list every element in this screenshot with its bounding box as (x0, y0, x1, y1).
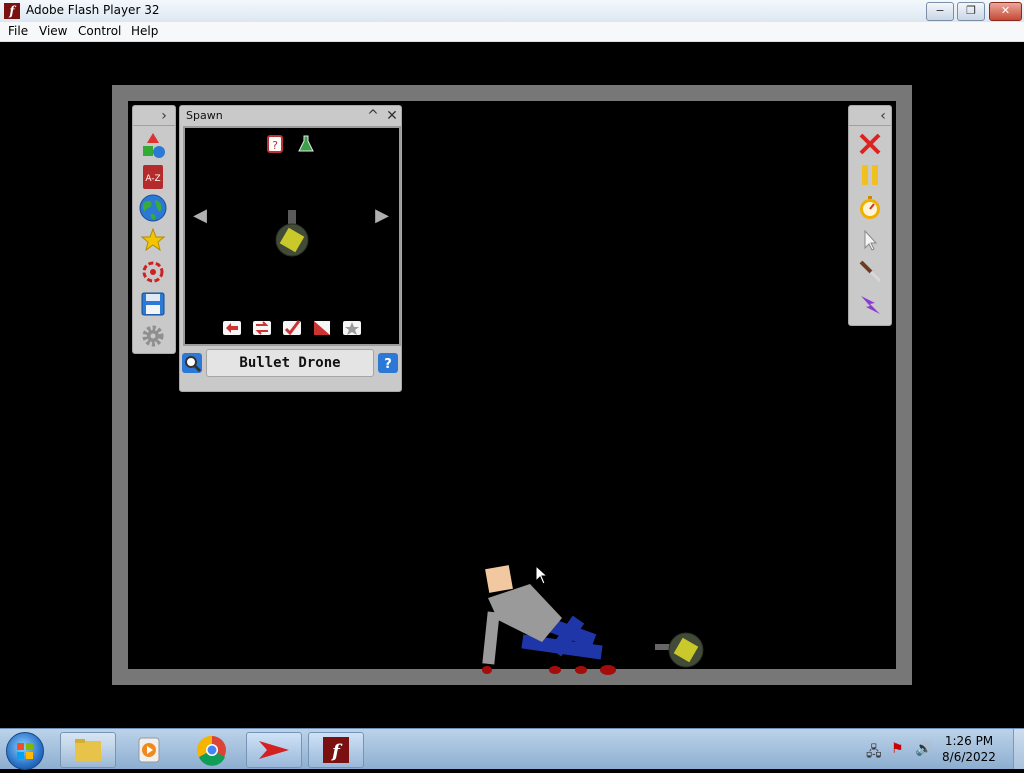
blood-splatter (482, 665, 616, 675)
save-disk-icon[interactable] (141, 292, 165, 316)
network-icon[interactable]: 🖧 (866, 741, 882, 765)
world-icon[interactable] (139, 194, 167, 222)
spawn-panel-title: Spawn (186, 109, 223, 122)
starred-item-icon[interactable] (341, 318, 363, 338)
right-toolbar: ‹ (848, 105, 892, 326)
potion-flask-icon[interactable] (296, 134, 316, 154)
mouse-cursor-icon (535, 564, 549, 589)
stopwatch-icon[interactable] (858, 196, 882, 220)
svg-text:A-Z: A-Z (145, 174, 160, 184)
svg-text:?: ? (272, 139, 278, 152)
maximize-button[interactable]: ❐ (957, 2, 985, 21)
bullet-drone[interactable] (654, 630, 706, 670)
random-card-icon[interactable]: ? (265, 134, 285, 154)
menu-file[interactable]: File (8, 24, 28, 38)
search-magnifier-icon[interactable] (181, 352, 203, 374)
taskbar-media-player[interactable] (121, 732, 177, 768)
expand-toolbar-button[interactable]: › (157, 108, 171, 124)
flash-player-icon: f (4, 3, 20, 19)
minimize-button[interactable]: − (926, 2, 954, 21)
color-fill-icon[interactable] (311, 318, 333, 338)
next-item-arrow[interactable]: ▶ (371, 207, 393, 225)
clock-date: 8/6/2022 (942, 750, 996, 764)
bullet-drone-preview-icon (272, 208, 312, 260)
settings-gear-icon[interactable] (141, 324, 165, 348)
cursor-pointer-icon[interactable] (858, 228, 882, 252)
taskbar-red-arrow-app[interactable] (246, 732, 302, 768)
delete-x-icon[interactable] (858, 132, 882, 156)
left-toolbar: › A-Z (132, 105, 176, 354)
spawn-help-icon[interactable]: ? (377, 352, 399, 374)
menu-help[interactable]: Help (131, 24, 158, 38)
favorites-star-icon[interactable] (140, 227, 166, 252)
menu-control[interactable]: Control (78, 24, 121, 38)
collapse-toolbar-button[interactable]: ‹ (876, 108, 890, 124)
swap-icon[interactable] (251, 318, 273, 338)
windows-taskbar: f 🖧 ⚑ 🔊 1:26 PM 8/6/2022 (0, 728, 1024, 770)
clock-time: 1:26 PM (944, 734, 994, 748)
folder-icon (75, 739, 101, 761)
menu-view[interactable]: View (39, 24, 67, 38)
red-arrow-icon (259, 741, 289, 759)
window-title: Adobe Flash Player 32 (26, 3, 160, 17)
taskbar-flash-player[interactable]: f (308, 732, 364, 768)
svg-text:?: ? (384, 357, 392, 372)
volume-icon[interactable]: 🔊 (915, 741, 932, 757)
system-clock[interactable]: 1:26 PM 8/6/2022 (938, 733, 1000, 765)
spawn-preview-area: ? ◀ ▶ (183, 126, 401, 346)
taskbar-file-explorer[interactable] (60, 732, 116, 768)
taskbar-chrome[interactable] (184, 732, 240, 768)
start-orb-icon[interactable] (6, 732, 44, 770)
checkmark-icon[interactable] (281, 318, 303, 338)
shapes-icon[interactable] (141, 132, 165, 158)
media-player-icon (138, 737, 160, 763)
lightning-bolt-icon[interactable] (858, 292, 882, 316)
menu-bar: File View Control Help (0, 22, 1024, 42)
window-title-bar: f Adobe Flash Player 32 − ❐ ✕ (0, 0, 1024, 23)
pause-icon[interactable] (858, 163, 882, 187)
action-center-flag-icon[interactable]: ⚑ (891, 741, 904, 757)
spawn-search-field[interactable]: Bullet Drone (206, 349, 374, 377)
close-button[interactable]: ✕ (989, 2, 1022, 21)
alphabetical-list-icon[interactable]: A-Z (141, 164, 165, 189)
knife-icon[interactable] (858, 259, 882, 283)
collapse-spawn-panel-button[interactable]: ^ (366, 108, 380, 124)
previous-item-arrow[interactable]: ◀ (189, 207, 211, 225)
chrome-icon (197, 735, 226, 766)
target-icon[interactable] (141, 260, 165, 284)
back-arrow-icon[interactable] (221, 318, 243, 338)
show-desktop-button[interactable] (1013, 729, 1024, 769)
close-spawn-panel-button[interactable]: ✕ (385, 108, 399, 124)
flash-player-taskbar-icon: f (323, 737, 349, 763)
